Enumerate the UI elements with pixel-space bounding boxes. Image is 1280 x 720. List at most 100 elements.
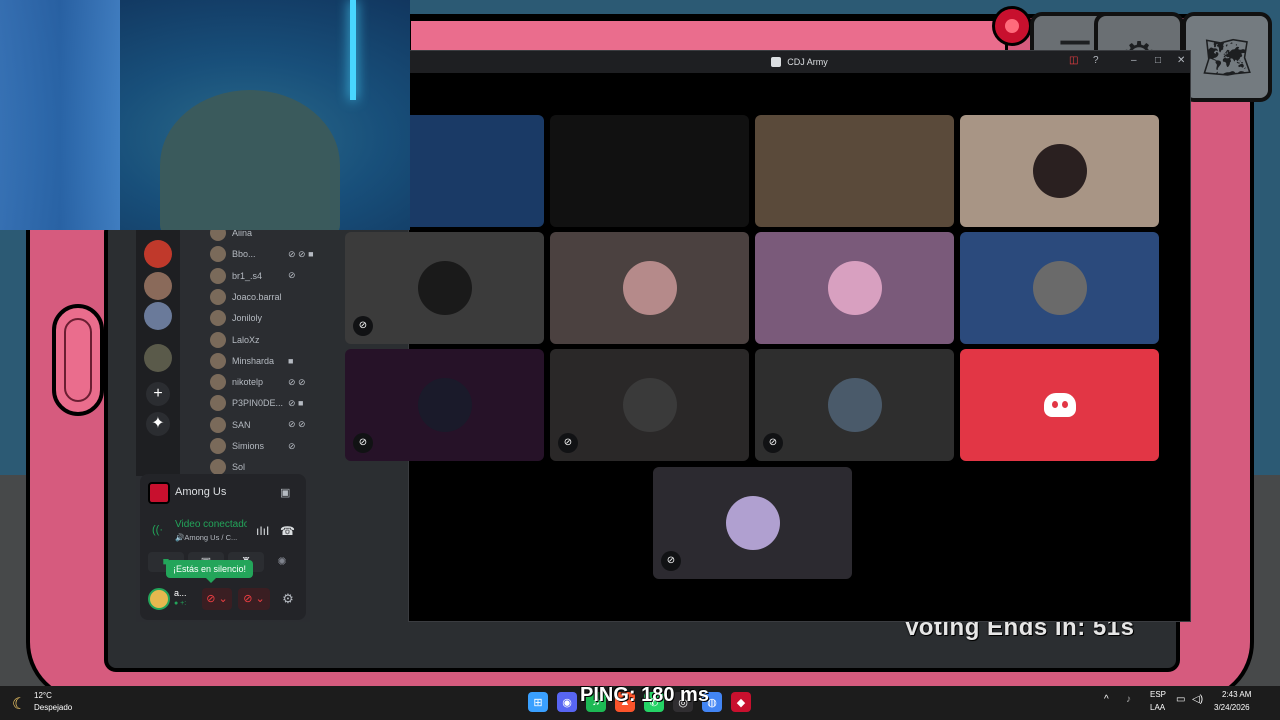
guild-folder-icon[interactable]: [144, 344, 172, 372]
voice-connected-status[interactable]: Video conectado: [175, 519, 247, 530]
clock-time[interactable]: 2:43 AM: [1222, 690, 1251, 699]
guild-icon[interactable]: [144, 240, 172, 268]
deafen-button[interactable]: ⊘ ⌄: [238, 588, 270, 610]
avatar: [210, 352, 226, 369]
mic-off-icon: ⊘: [353, 316, 373, 336]
tablet-side-button: [52, 304, 104, 416]
voice-user-status-icons: ■: [288, 355, 294, 366]
avatar: [827, 378, 882, 432]
add-server-icon[interactable]: +: [146, 382, 170, 406]
voice-user-status-icons: ⊘: [288, 270, 296, 281]
discord-icon: [771, 57, 782, 67]
guild-icon[interactable]: [144, 302, 172, 330]
mute-button[interactable]: ⊘ ⌄: [202, 588, 232, 610]
participant-tile-default[interactable]: [960, 349, 1159, 461]
call-window: CDJ Army ◫ ? – □ ✕ ⊘ ⊘ ⊘ ⊘ ⊘: [345, 50, 1191, 622]
guild-icon[interactable]: [144, 272, 172, 300]
window-title: CDJ Army: [787, 57, 828, 67]
avatar[interactable]: [148, 588, 170, 610]
avatar: [210, 288, 226, 305]
voice-user-row[interactable]: Joaco.barral: [210, 288, 282, 306]
maximize-button[interactable]: □: [1155, 55, 1161, 66]
voice-user-row[interactable]: Minsharda ■: [210, 352, 293, 370]
voice-user-row[interactable]: SAN ⊘ ⊘: [210, 416, 306, 434]
participant-tile[interactable]: [550, 115, 749, 227]
voice-user-row[interactable]: Bbo... ⊘ ⊘ ■: [210, 245, 314, 263]
discord-logo-icon: [1043, 393, 1076, 417]
participant-tile[interactable]: ⊘: [345, 349, 544, 461]
mic-off-icon: ⊘ ⌄: [206, 593, 228, 605]
avatar: [210, 459, 226, 476]
voice-user-name: Joniloly: [232, 313, 263, 324]
record-indicator-icon: [992, 6, 1032, 46]
deafen-icon: ⊘: [353, 433, 373, 453]
avatar: [210, 374, 226, 391]
voice-user-name: Simions: [232, 441, 265, 451]
voice-user-row[interactable]: br1_.s4 ⊘: [210, 267, 296, 285]
voice-user-status-icons: ⊘: [288, 440, 296, 451]
noise-suppression-icon[interactable]: ıIıI: [256, 524, 269, 538]
disconnect-icon[interactable]: ☎: [280, 524, 295, 538]
avatar: [210, 395, 226, 412]
clock-date[interactable]: 3/24/2026: [1214, 703, 1250, 712]
mic-icon[interactable]: ♪: [1126, 694, 1131, 705]
weather-temperature[interactable]: 12°C: [34, 691, 52, 700]
language-indicator[interactable]: ESP: [1150, 690, 1166, 699]
voice-user-row[interactable]: Joniloly: [210, 309, 262, 327]
volume-icon[interactable]: ◁): [1192, 694, 1203, 705]
avatar: [725, 496, 780, 550]
close-button[interactable]: ✕: [1177, 55, 1185, 66]
avatar: [622, 261, 677, 315]
tablet-top-edge: [408, 18, 1008, 50]
user-settings-button[interactable]: ⚙: [278, 588, 298, 610]
voice-user-name: Joaco.barral: [232, 291, 282, 302]
participant-tile[interactable]: ⊘: [755, 349, 954, 461]
voice-user-row[interactable]: LaloXz: [210, 331, 260, 349]
among-us-activity-icon: [148, 482, 170, 504]
self-status: ● +:: [174, 600, 187, 607]
weather-description[interactable]: Despejado: [34, 703, 72, 712]
avatar: [827, 261, 882, 315]
voice-user-name: Minsharda: [232, 355, 275, 366]
avatar: [210, 331, 226, 348]
participant-tile[interactable]: [960, 232, 1159, 344]
webcam-person: [160, 90, 340, 230]
signal-icon: ((·: [152, 524, 163, 536]
keyboard-layout[interactable]: LAA: [1150, 703, 1165, 712]
activity-name[interactable]: Among Us: [175, 486, 226, 498]
participant-tile[interactable]: [550, 232, 749, 344]
participant-tile[interactable]: ⊘: [345, 232, 544, 344]
minimize-button[interactable]: –: [1131, 55, 1137, 66]
soundboard-button[interactable]: ✺: [270, 552, 294, 572]
voice-user-status-icons: ⊘ ■: [288, 397, 304, 408]
participant-tile[interactable]: [755, 232, 954, 344]
among-us-app-icon[interactable]: ◆: [731, 692, 751, 712]
help-icon[interactable]: ?: [1093, 55, 1099, 66]
activity-screen-icon[interactable]: ▣: [280, 486, 290, 499]
avatar: [210, 246, 226, 263]
voice-user-name: LaloXz: [232, 334, 260, 345]
participant-tile[interactable]: [960, 115, 1159, 227]
chevron-up-icon[interactable]: ^: [1104, 694, 1109, 705]
voice-user-status-icons: ⊘ ⊘: [288, 419, 306, 430]
network-icon[interactable]: ▭: [1176, 694, 1185, 705]
windows-start-icon[interactable]: ⊞: [528, 692, 548, 712]
self-username[interactable]: a...: [174, 588, 187, 598]
discord-app-icon[interactable]: ◉: [557, 692, 577, 712]
webcam-curtain: [0, 0, 120, 230]
voice-user-row[interactable]: nikotelp ⊘ ⊘: [210, 373, 306, 391]
voice-user-row[interactable]: P3PIN0DE... ⊘ ■: [210, 394, 303, 412]
explore-servers-icon[interactable]: ✦: [146, 412, 170, 436]
voice-user-row[interactable]: Simions ⊘: [210, 437, 296, 455]
participant-tile[interactable]: ⊘: [653, 467, 852, 579]
mic-off-icon: ⊘: [661, 551, 681, 571]
popout-icon[interactable]: ◫: [1069, 55, 1078, 66]
moon-icon[interactable]: ☾: [12, 694, 26, 714]
guild-rail: + ✦: [136, 226, 180, 476]
participant-tile[interactable]: [755, 115, 954, 227]
mute-tooltip: ¡Estás en silencio!: [166, 560, 254, 583]
participant-tile[interactable]: ⊘: [550, 349, 749, 461]
voice-channel-name[interactable]: 🔊Among Us / C...: [175, 533, 237, 542]
voice-user-status-icons: ⊘ ⊘: [288, 376, 306, 387]
game-map-button[interactable]: 🗺: [1182, 12, 1272, 102]
